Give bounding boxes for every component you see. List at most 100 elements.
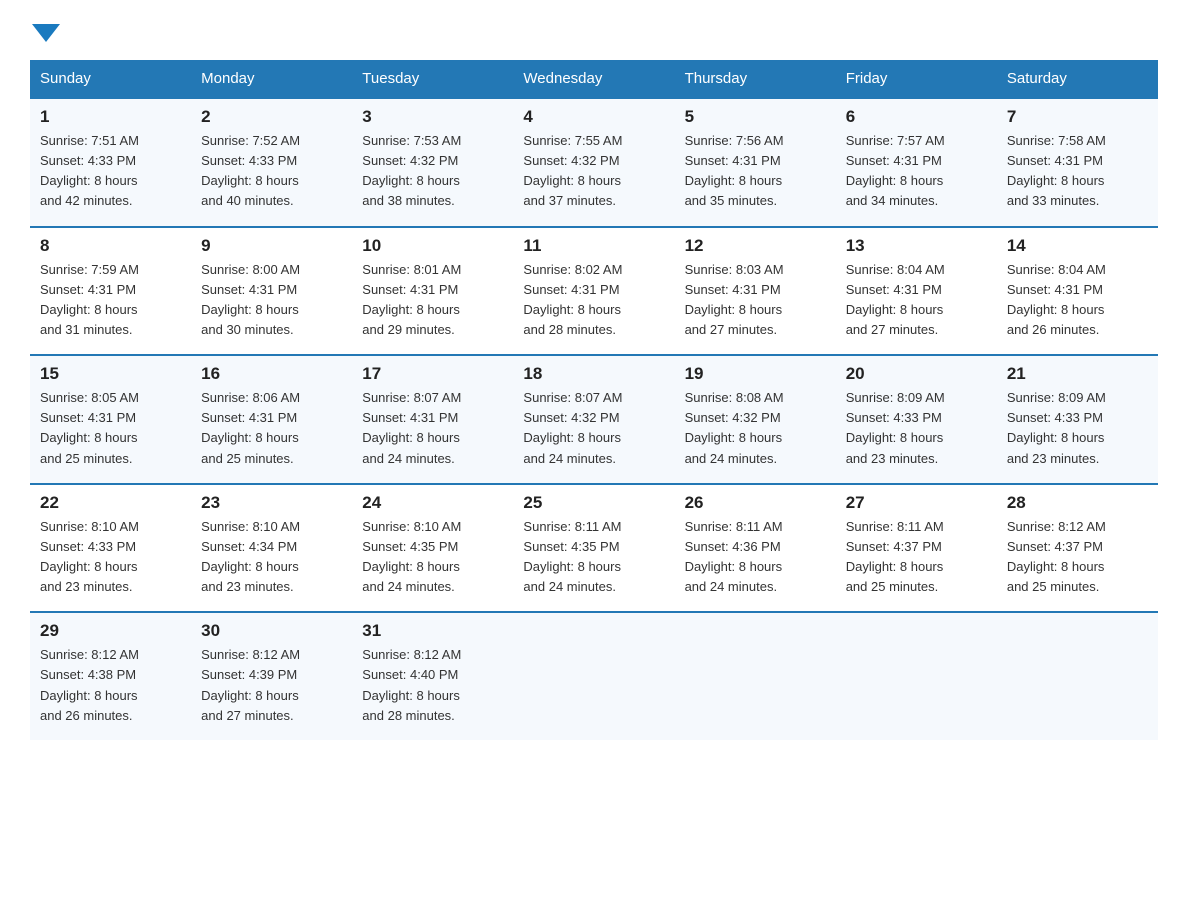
calendar-cell: 18 Sunrise: 8:07 AMSunset: 4:32 PMDaylig…	[513, 355, 674, 484]
header-thursday: Thursday	[675, 60, 836, 98]
day-number: 14	[1007, 236, 1148, 256]
day-number: 1	[40, 107, 181, 127]
calendar-week-row: 1 Sunrise: 7:51 AMSunset: 4:33 PMDayligh…	[30, 98, 1158, 227]
day-number: 10	[362, 236, 503, 256]
page-header	[30, 20, 1158, 40]
calendar-week-row: 22 Sunrise: 8:10 AMSunset: 4:33 PMDaylig…	[30, 484, 1158, 613]
day-number: 23	[201, 493, 342, 513]
day-info: Sunrise: 8:12 AMSunset: 4:39 PMDaylight:…	[201, 647, 300, 722]
calendar-cell	[675, 612, 836, 740]
calendar-cell: 20 Sunrise: 8:09 AMSunset: 4:33 PMDaylig…	[836, 355, 997, 484]
logo-arrow-icon	[32, 24, 60, 42]
calendar-cell: 8 Sunrise: 7:59 AMSunset: 4:31 PMDayligh…	[30, 227, 191, 356]
day-number: 30	[201, 621, 342, 641]
day-number: 22	[40, 493, 181, 513]
day-number: 18	[523, 364, 664, 384]
day-info: Sunrise: 7:58 AMSunset: 4:31 PMDaylight:…	[1007, 133, 1106, 208]
calendar-cell	[836, 612, 997, 740]
day-info: Sunrise: 8:11 AMSunset: 4:37 PMDaylight:…	[846, 519, 944, 594]
calendar-header-row: SundayMondayTuesdayWednesdayThursdayFrid…	[30, 60, 1158, 98]
day-number: 17	[362, 364, 503, 384]
calendar-cell: 3 Sunrise: 7:53 AMSunset: 4:32 PMDayligh…	[352, 98, 513, 227]
calendar-cell: 16 Sunrise: 8:06 AMSunset: 4:31 PMDaylig…	[191, 355, 352, 484]
calendar-cell: 12 Sunrise: 8:03 AMSunset: 4:31 PMDaylig…	[675, 227, 836, 356]
calendar-week-row: 15 Sunrise: 8:05 AMSunset: 4:31 PMDaylig…	[30, 355, 1158, 484]
day-info: Sunrise: 7:52 AMSunset: 4:33 PMDaylight:…	[201, 133, 300, 208]
calendar-table: SundayMondayTuesdayWednesdayThursdayFrid…	[30, 60, 1158, 740]
day-number: 3	[362, 107, 503, 127]
calendar-cell: 22 Sunrise: 8:10 AMSunset: 4:33 PMDaylig…	[30, 484, 191, 613]
calendar-cell: 7 Sunrise: 7:58 AMSunset: 4:31 PMDayligh…	[997, 98, 1158, 227]
calendar-cell: 21 Sunrise: 8:09 AMSunset: 4:33 PMDaylig…	[997, 355, 1158, 484]
calendar-week-row: 8 Sunrise: 7:59 AMSunset: 4:31 PMDayligh…	[30, 227, 1158, 356]
calendar-cell: 27 Sunrise: 8:11 AMSunset: 4:37 PMDaylig…	[836, 484, 997, 613]
day-info: Sunrise: 8:12 AMSunset: 4:37 PMDaylight:…	[1007, 519, 1106, 594]
day-number: 28	[1007, 493, 1148, 513]
calendar-cell: 9 Sunrise: 8:00 AMSunset: 4:31 PMDayligh…	[191, 227, 352, 356]
day-info: Sunrise: 8:09 AMSunset: 4:33 PMDaylight:…	[1007, 390, 1106, 465]
calendar-week-row: 29 Sunrise: 8:12 AMSunset: 4:38 PMDaylig…	[30, 612, 1158, 740]
day-info: Sunrise: 8:01 AMSunset: 4:31 PMDaylight:…	[362, 262, 461, 337]
day-info: Sunrise: 7:51 AMSunset: 4:33 PMDaylight:…	[40, 133, 139, 208]
day-number: 9	[201, 236, 342, 256]
day-number: 31	[362, 621, 503, 641]
day-number: 16	[201, 364, 342, 384]
calendar-cell: 26 Sunrise: 8:11 AMSunset: 4:36 PMDaylig…	[675, 484, 836, 613]
day-info: Sunrise: 7:59 AMSunset: 4:31 PMDaylight:…	[40, 262, 139, 337]
day-info: Sunrise: 8:11 AMSunset: 4:35 PMDaylight:…	[523, 519, 621, 594]
day-number: 13	[846, 236, 987, 256]
logo	[30, 20, 60, 40]
day-info: Sunrise: 8:04 AMSunset: 4:31 PMDaylight:…	[1007, 262, 1106, 337]
calendar-cell: 4 Sunrise: 7:55 AMSunset: 4:32 PMDayligh…	[513, 98, 674, 227]
day-info: Sunrise: 8:07 AMSunset: 4:31 PMDaylight:…	[362, 390, 461, 465]
day-info: Sunrise: 8:05 AMSunset: 4:31 PMDaylight:…	[40, 390, 139, 465]
header-sunday: Sunday	[30, 60, 191, 98]
calendar-cell: 6 Sunrise: 7:57 AMSunset: 4:31 PMDayligh…	[836, 98, 997, 227]
calendar-cell: 17 Sunrise: 8:07 AMSunset: 4:31 PMDaylig…	[352, 355, 513, 484]
header-tuesday: Tuesday	[352, 60, 513, 98]
day-number: 8	[40, 236, 181, 256]
calendar-cell: 30 Sunrise: 8:12 AMSunset: 4:39 PMDaylig…	[191, 612, 352, 740]
day-info: Sunrise: 8:09 AMSunset: 4:33 PMDaylight:…	[846, 390, 945, 465]
day-number: 7	[1007, 107, 1148, 127]
day-number: 11	[523, 236, 664, 256]
calendar-cell	[513, 612, 674, 740]
day-info: Sunrise: 8:10 AMSunset: 4:34 PMDaylight:…	[201, 519, 300, 594]
day-number: 12	[685, 236, 826, 256]
header-saturday: Saturday	[997, 60, 1158, 98]
day-number: 21	[1007, 364, 1148, 384]
day-info: Sunrise: 8:07 AMSunset: 4:32 PMDaylight:…	[523, 390, 622, 465]
day-info: Sunrise: 8:12 AMSunset: 4:40 PMDaylight:…	[362, 647, 461, 722]
header-friday: Friday	[836, 60, 997, 98]
day-info: Sunrise: 7:53 AMSunset: 4:32 PMDaylight:…	[362, 133, 461, 208]
day-info: Sunrise: 7:55 AMSunset: 4:32 PMDaylight:…	[523, 133, 622, 208]
calendar-cell: 28 Sunrise: 8:12 AMSunset: 4:37 PMDaylig…	[997, 484, 1158, 613]
day-info: Sunrise: 8:00 AMSunset: 4:31 PMDaylight:…	[201, 262, 300, 337]
day-info: Sunrise: 8:10 AMSunset: 4:33 PMDaylight:…	[40, 519, 139, 594]
calendar-cell: 23 Sunrise: 8:10 AMSunset: 4:34 PMDaylig…	[191, 484, 352, 613]
calendar-cell	[997, 612, 1158, 740]
day-number: 15	[40, 364, 181, 384]
day-number: 24	[362, 493, 503, 513]
day-info: Sunrise: 8:12 AMSunset: 4:38 PMDaylight:…	[40, 647, 139, 722]
calendar-cell: 19 Sunrise: 8:08 AMSunset: 4:32 PMDaylig…	[675, 355, 836, 484]
calendar-cell: 29 Sunrise: 8:12 AMSunset: 4:38 PMDaylig…	[30, 612, 191, 740]
day-number: 5	[685, 107, 826, 127]
calendar-cell: 31 Sunrise: 8:12 AMSunset: 4:40 PMDaylig…	[352, 612, 513, 740]
calendar-cell: 24 Sunrise: 8:10 AMSunset: 4:35 PMDaylig…	[352, 484, 513, 613]
day-info: Sunrise: 8:03 AMSunset: 4:31 PMDaylight:…	[685, 262, 784, 337]
day-info: Sunrise: 8:11 AMSunset: 4:36 PMDaylight:…	[685, 519, 783, 594]
calendar-cell: 15 Sunrise: 8:05 AMSunset: 4:31 PMDaylig…	[30, 355, 191, 484]
day-info: Sunrise: 8:04 AMSunset: 4:31 PMDaylight:…	[846, 262, 945, 337]
day-number: 27	[846, 493, 987, 513]
day-number: 2	[201, 107, 342, 127]
day-info: Sunrise: 8:10 AMSunset: 4:35 PMDaylight:…	[362, 519, 461, 594]
day-info: Sunrise: 7:56 AMSunset: 4:31 PMDaylight:…	[685, 133, 784, 208]
calendar-cell: 25 Sunrise: 8:11 AMSunset: 4:35 PMDaylig…	[513, 484, 674, 613]
calendar-cell: 10 Sunrise: 8:01 AMSunset: 4:31 PMDaylig…	[352, 227, 513, 356]
calendar-cell: 14 Sunrise: 8:04 AMSunset: 4:31 PMDaylig…	[997, 227, 1158, 356]
calendar-cell: 2 Sunrise: 7:52 AMSunset: 4:33 PMDayligh…	[191, 98, 352, 227]
day-info: Sunrise: 8:08 AMSunset: 4:32 PMDaylight:…	[685, 390, 784, 465]
day-number: 4	[523, 107, 664, 127]
header-wednesday: Wednesday	[513, 60, 674, 98]
